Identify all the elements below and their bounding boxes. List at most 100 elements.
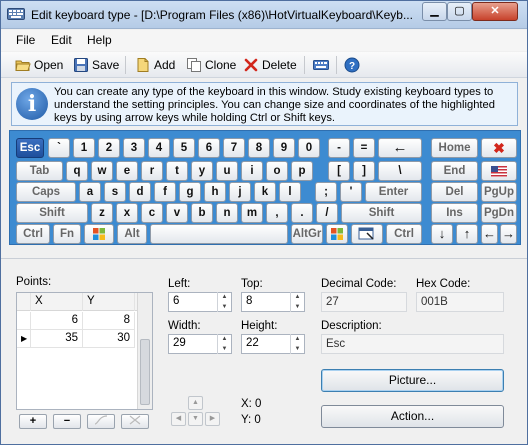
help-button[interactable]: ? xyxy=(342,55,362,75)
key-period[interactable]: . xyxy=(291,203,313,223)
key-backtick[interactable]: ` xyxy=(48,138,70,158)
key-pgdn[interactable]: PgDn xyxy=(481,203,517,223)
key-a[interactable]: a xyxy=(79,182,101,202)
key-enter[interactable]: Enter xyxy=(365,182,422,202)
remove-point-button[interactable]: − xyxy=(53,414,81,429)
add-point-button[interactable]: + xyxy=(19,414,47,429)
key-w[interactable]: w xyxy=(91,161,113,181)
key-v[interactable]: v xyxy=(166,203,188,223)
key-k[interactable]: k xyxy=(254,182,276,202)
key-g[interactable]: g xyxy=(179,182,201,202)
width-input[interactable]: 29 ▲ ▼ xyxy=(168,334,232,354)
hex-code-field[interactable]: 001B xyxy=(416,292,504,312)
spin-up-icon[interactable]: ▲ xyxy=(291,334,304,344)
key-win-right[interactable] xyxy=(326,224,348,244)
clone-button[interactable]: Clone xyxy=(184,55,238,75)
key-shift-right[interactable]: Shift xyxy=(341,203,422,223)
top-input[interactable]: 8 ▲ ▼ xyxy=(241,292,305,312)
key-s[interactable]: s xyxy=(104,182,126,202)
key-pgup[interactable]: PgUp xyxy=(481,182,517,202)
key-o[interactable]: o xyxy=(266,161,288,181)
key-menu[interactable] xyxy=(351,224,383,244)
key-bracket-left[interactable]: [ xyxy=(328,161,350,181)
key-f[interactable]: f xyxy=(154,182,176,202)
key-2[interactable]: 2 xyxy=(98,138,120,158)
maximize-button[interactable]: ▢ xyxy=(447,2,472,21)
key-5[interactable]: 5 xyxy=(173,138,195,158)
move-right-button[interactable]: ▶ xyxy=(205,412,220,426)
add-button[interactable]: Add xyxy=(133,55,177,75)
open-button[interactable]: Open xyxy=(13,55,65,75)
key-equals[interactable]: = xyxy=(353,138,375,158)
key-arrow-up[interactable]: ↑ xyxy=(456,224,478,244)
height-spinner[interactable]: ▲ ▼ xyxy=(290,334,304,354)
key-close[interactable]: ✖ xyxy=(481,138,517,158)
spin-up-icon[interactable]: ▲ xyxy=(218,334,231,344)
key-ctrl-left[interactable]: Ctrl xyxy=(16,224,50,244)
move-up-button[interactable]: ▲ xyxy=(188,396,203,410)
key-quote[interactable]: ' xyxy=(340,182,362,202)
key-l[interactable]: l xyxy=(279,182,301,202)
action-button[interactable]: Action... xyxy=(321,405,504,428)
key-3[interactable]: 3 xyxy=(123,138,145,158)
spin-down-icon[interactable]: ▼ xyxy=(291,344,304,354)
point-y-cell[interactable]: 8 xyxy=(83,312,135,330)
spin-down-icon[interactable]: ▼ xyxy=(218,302,231,312)
menu-edit[interactable]: Edit xyxy=(51,33,72,47)
key-arrow-right[interactable]: → xyxy=(500,224,517,244)
spin-down-icon[interactable]: ▼ xyxy=(218,344,231,354)
smooth-point-button[interactable] xyxy=(87,414,115,429)
save-button[interactable]: Save xyxy=(71,55,121,75)
key-h[interactable]: h xyxy=(204,182,226,202)
key-b[interactable]: b xyxy=(191,203,213,223)
key-bracket-right[interactable]: ] xyxy=(353,161,375,181)
key-7[interactable]: 7 xyxy=(223,138,245,158)
key-altgr[interactable]: AltGr xyxy=(291,224,323,244)
spin-up-icon[interactable]: ▲ xyxy=(218,292,231,302)
key-home[interactable]: Home xyxy=(431,138,478,158)
key-arrow-down[interactable]: ↓ xyxy=(431,224,453,244)
point-y-cell[interactable]: 30 xyxy=(83,330,135,348)
key-arrow-left[interactable]: ← xyxy=(481,224,498,244)
left-input[interactable]: 6 ▲ ▼ xyxy=(168,292,232,312)
key-minus[interactable]: - xyxy=(328,138,350,158)
minimize-button[interactable]: ▁ xyxy=(422,2,447,21)
description-field[interactable]: Esc xyxy=(321,334,504,354)
decimal-code-field[interactable]: 27 xyxy=(321,292,407,312)
key-p[interactable]: p xyxy=(291,161,313,181)
key-c[interactable]: c xyxy=(141,203,163,223)
spin-down-icon[interactable]: ▼ xyxy=(291,302,304,312)
key-language[interactable] xyxy=(481,161,517,181)
key-9[interactable]: 9 xyxy=(273,138,295,158)
key-semicolon[interactable]: ; xyxy=(315,182,337,202)
spin-up-icon[interactable]: ▲ xyxy=(291,292,304,302)
delete-button[interactable]: Delete xyxy=(241,55,299,75)
key-ins[interactable]: Ins xyxy=(431,203,478,223)
key-win-left[interactable] xyxy=(84,224,114,244)
key-m[interactable]: m xyxy=(241,203,263,223)
key-i[interactable]: i xyxy=(241,161,263,181)
key-del[interactable]: Del xyxy=(431,182,478,202)
points-grid[interactable]: X Y 6 8 ▶ 35 30 xyxy=(16,292,153,410)
key-r[interactable]: r xyxy=(141,161,163,181)
key-esc[interactable]: Esc xyxy=(16,138,44,158)
key-4[interactable]: 4 xyxy=(148,138,170,158)
close-button[interactable]: ✕ xyxy=(472,2,518,21)
key-6[interactable]: 6 xyxy=(198,138,220,158)
menu-help[interactable]: Help xyxy=(87,33,112,47)
straight-point-button[interactable] xyxy=(121,414,149,429)
menu-file[interactable]: File xyxy=(16,33,35,47)
top-spinner[interactable]: ▲ ▼ xyxy=(290,292,304,312)
width-spinner[interactable]: ▲ ▼ xyxy=(217,334,231,354)
key-0[interactable]: 0 xyxy=(298,138,320,158)
key-y[interactable]: y xyxy=(191,161,213,181)
move-down-button[interactable]: ▼ xyxy=(188,412,203,426)
key-ctrl-right[interactable]: Ctrl xyxy=(386,224,422,244)
scrollbar-thumb[interactable] xyxy=(140,339,150,405)
key-z[interactable]: z xyxy=(91,203,113,223)
key-slash[interactable]: / xyxy=(316,203,338,223)
key-d[interactable]: d xyxy=(129,182,151,202)
move-left-button[interactable]: ◀ xyxy=(171,412,186,426)
key-space[interactable] xyxy=(150,224,288,244)
key-x[interactable]: x xyxy=(116,203,138,223)
